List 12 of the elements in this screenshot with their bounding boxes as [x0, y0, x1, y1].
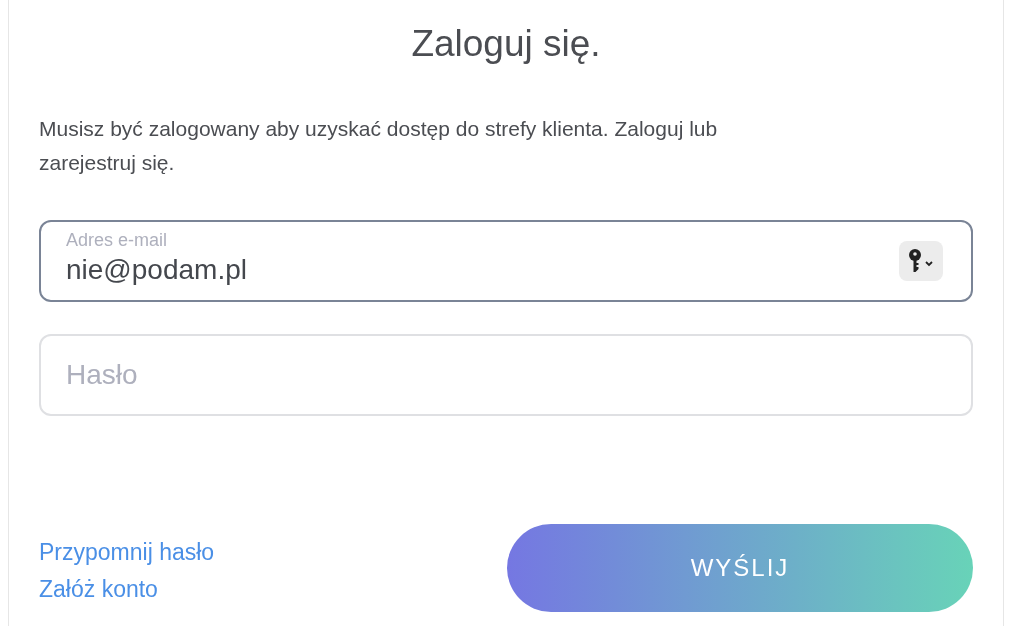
password-input[interactable]: Hasło	[66, 353, 943, 396]
page-title: Zaloguj się.	[410, 22, 602, 66]
password-manager-button[interactable]	[899, 240, 943, 281]
text-link[interactable]: Załóż konto	[39, 570, 158, 608]
key-icon	[906, 247, 936, 274]
email-field[interactable]: Adres e-mail nie@podam.pl	[39, 219, 973, 302]
password-field[interactable]: Hasło	[39, 333, 973, 416]
email-label: Adres e-mail	[66, 230, 169, 249]
email-input[interactable]: nie@podam.pl	[66, 248, 899, 291]
text-link[interactable]: Przypomnij hasło	[39, 534, 215, 571]
intro-text: Musisz być zalogowany aby uzyskać dostęp do strefy klienta. Zaloguj lub zarejestruj się.	[39, 116, 719, 176]
submit-button[interactable]: WYŚLIJ	[507, 523, 973, 612]
